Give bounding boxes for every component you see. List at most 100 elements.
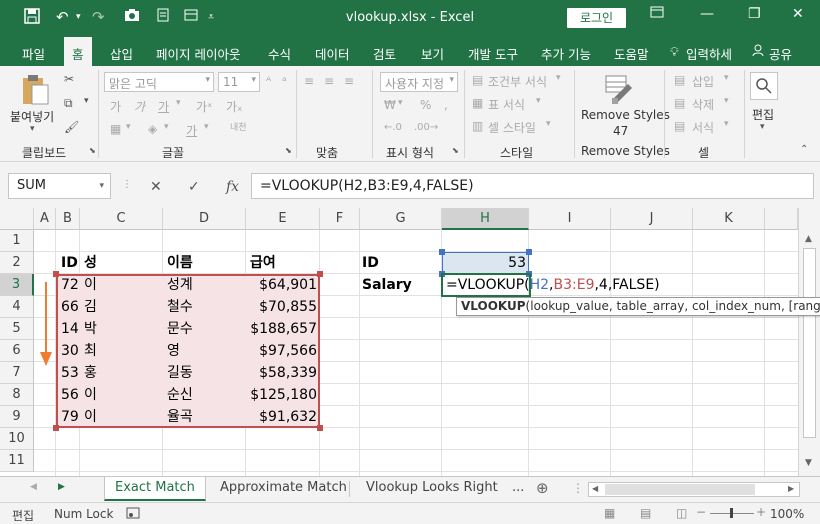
- grow-font-icon[interactable]: ᴬ: [266, 74, 271, 88]
- table-cell[interactable]: 성계: [167, 274, 193, 296]
- number-format-select[interactable]: 사용자 지정 ▾: [380, 72, 458, 92]
- enter-icon[interactable]: ✓: [188, 179, 200, 195]
- active-cell-formula[interactable]: =VLOOKUP(H2,B3:E9,4,FALSE): [446, 274, 660, 296]
- table-cell[interactable]: $125,180: [246, 384, 320, 406]
- table-cell[interactable]: 66: [61, 296, 79, 318]
- zoom-out-icon[interactable]: −: [696, 505, 706, 519]
- insert-cells-dropdown-icon[interactable]: ▾: [724, 73, 729, 83]
- scroll-up-icon[interactable]: ▲: [805, 234, 812, 244]
- col-header-b[interactable]: B: [56, 208, 80, 230]
- vertical-scrollbar[interactable]: ▲ ▼: [798, 208, 820, 476]
- table-cell[interactable]: 최: [84, 340, 97, 362]
- row-header-5[interactable]: 5: [0, 318, 34, 340]
- copy-dropdown-icon[interactable]: ▾: [84, 96, 89, 106]
- delete-cells-dropdown-icon[interactable]: ▾: [724, 96, 729, 106]
- col-header-e[interactable]: E: [246, 208, 320, 230]
- horizontal-scroll-thumb[interactable]: [605, 484, 755, 495]
- superscript-icon[interactable]: 가ˣ: [196, 98, 212, 115]
- horizontal-scrollbar[interactable]: ◀ ▶: [588, 482, 800, 497]
- lookup-id-value[interactable]: 53: [442, 252, 529, 274]
- range-handle[interactable]: [526, 249, 532, 255]
- sheet-tab-approximate-match[interactable]: Approximate Match: [210, 477, 357, 501]
- minimize-icon[interactable]: —: [700, 6, 714, 22]
- cancel-icon[interactable]: ✕: [150, 179, 162, 195]
- sheet-tab-vlookup-looks-right[interactable]: Vlookup Looks Right: [356, 477, 508, 501]
- table-cell[interactable]: 율곡: [167, 406, 193, 428]
- decrease-decimal-icon[interactable]: .00→: [414, 122, 438, 133]
- scroll-thumb[interactable]: [803, 248, 816, 438]
- editing-dropdown-icon[interactable]: ▾: [760, 122, 765, 132]
- underline-dropdown-icon[interactable]: ▾: [176, 98, 181, 108]
- close-icon[interactable]: ✕: [792, 6, 804, 22]
- paste-icon[interactable]: [20, 74, 50, 109]
- range-handle[interactable]: [439, 249, 445, 255]
- increase-decimal-icon[interactable]: ←.0: [384, 122, 402, 133]
- borders-icon[interactable]: ▦: [110, 122, 121, 136]
- tab-add-ins[interactable]: 추가 기능: [541, 44, 591, 63]
- tab-formulas[interactable]: 수식: [268, 44, 291, 63]
- row-header-4[interactable]: 4: [0, 296, 34, 318]
- col-header-d[interactable]: D: [163, 208, 246, 230]
- select-all-button[interactable]: [0, 208, 34, 230]
- row-header-1[interactable]: 1: [0, 230, 34, 252]
- col-header-f[interactable]: F: [320, 208, 360, 230]
- tab-page-layout[interactable]: 페이지 레이아웃: [156, 44, 240, 63]
- scroll-down-icon[interactable]: ▼: [805, 458, 812, 468]
- next-sheet-icon[interactable]: ▶: [58, 482, 65, 492]
- table-cell[interactable]: 김: [84, 296, 97, 318]
- format-table-icon[interactable]: ▦: [472, 96, 483, 110]
- subscript-icon[interactable]: 가ₓ: [226, 98, 242, 115]
- tab-insert[interactable]: 삽입: [110, 44, 133, 63]
- range-handle[interactable]: [53, 271, 59, 277]
- collapse-ribbon-icon[interactable]: ⌃: [800, 144, 808, 155]
- table-cell[interactable]: 이: [84, 384, 97, 406]
- fill-color-dropdown-icon[interactable]: ▾: [164, 122, 169, 132]
- insert-function-icon[interactable]: fx: [226, 179, 239, 195]
- normal-view-icon[interactable]: ▦: [604, 506, 615, 520]
- search-icon[interactable]: [750, 72, 778, 100]
- insert-cells-icon[interactable]: ▤: [674, 73, 685, 87]
- table-cell[interactable]: 길동: [167, 362, 193, 384]
- align-top-icon[interactable]: ≡: [304, 74, 314, 88]
- page-layout-view-icon[interactable]: ▤: [640, 506, 651, 520]
- table-cell[interactable]: 72: [61, 274, 79, 296]
- tab-home[interactable]: 홈: [64, 37, 92, 66]
- row-header-8[interactable]: 8: [0, 384, 34, 406]
- zoom-slider-thumb[interactable]: [730, 508, 733, 518]
- conditional-format-dropdown-icon[interactable]: ▾: [556, 73, 561, 83]
- table-cell[interactable]: $91,632: [246, 406, 320, 428]
- tab-data[interactable]: 데이터: [315, 44, 350, 63]
- col-header-c[interactable]: C: [80, 208, 163, 230]
- restore-icon[interactable]: ❐: [748, 6, 761, 22]
- format-table-dropdown-icon[interactable]: ▾: [536, 96, 541, 106]
- table-cell[interactable]: 56: [61, 384, 79, 406]
- page-break-view-icon[interactable]: ◫: [676, 506, 687, 520]
- table-cell[interactable]: 문수: [167, 318, 193, 340]
- formula-input[interactable]: =VLOOKUP(H2,B3:E9,4,FALSE): [251, 173, 814, 199]
- table-cell[interactable]: $70,855: [246, 296, 320, 318]
- tab-developer[interactable]: 개발 도구: [468, 44, 518, 63]
- bold-icon[interactable]: 가: [110, 98, 121, 115]
- prev-sheet-icon[interactable]: ◀: [30, 482, 37, 492]
- salary-label[interactable]: Salary: [362, 274, 412, 296]
- paste-dropdown-icon[interactable]: ▾: [30, 124, 35, 134]
- macro-recording-icon[interactable]: [126, 506, 140, 523]
- row-header-6[interactable]: 6: [0, 340, 34, 362]
- tell-me-icon[interactable]: 💡︎: [670, 44, 679, 60]
- table-cell[interactable]: 30: [61, 340, 79, 362]
- zoom-level[interactable]: 100%: [770, 507, 804, 521]
- table-cell[interactable]: $64,901: [246, 274, 320, 296]
- lookup-id-label[interactable]: ID: [362, 252, 379, 274]
- tab-view[interactable]: 보기: [421, 44, 444, 63]
- table-header-id[interactable]: ID: [61, 252, 78, 274]
- table-cell[interactable]: 79: [61, 406, 79, 428]
- table-cell[interactable]: 박: [84, 318, 97, 340]
- font-color-dropdown-icon[interactable]: ▾: [204, 122, 209, 132]
- ribbon-display-icon[interactable]: [650, 6, 664, 22]
- share-button[interactable]: 공유: [769, 44, 792, 63]
- italic-icon[interactable]: 가: [134, 98, 145, 115]
- format-cells-dropdown-icon[interactable]: ▾: [724, 119, 729, 129]
- font-name-select[interactable]: 맑은 고딕 ▾: [104, 72, 214, 92]
- editing-button[interactable]: 편집: [752, 106, 774, 123]
- scroll-left-icon[interactable]: ◀: [592, 484, 598, 493]
